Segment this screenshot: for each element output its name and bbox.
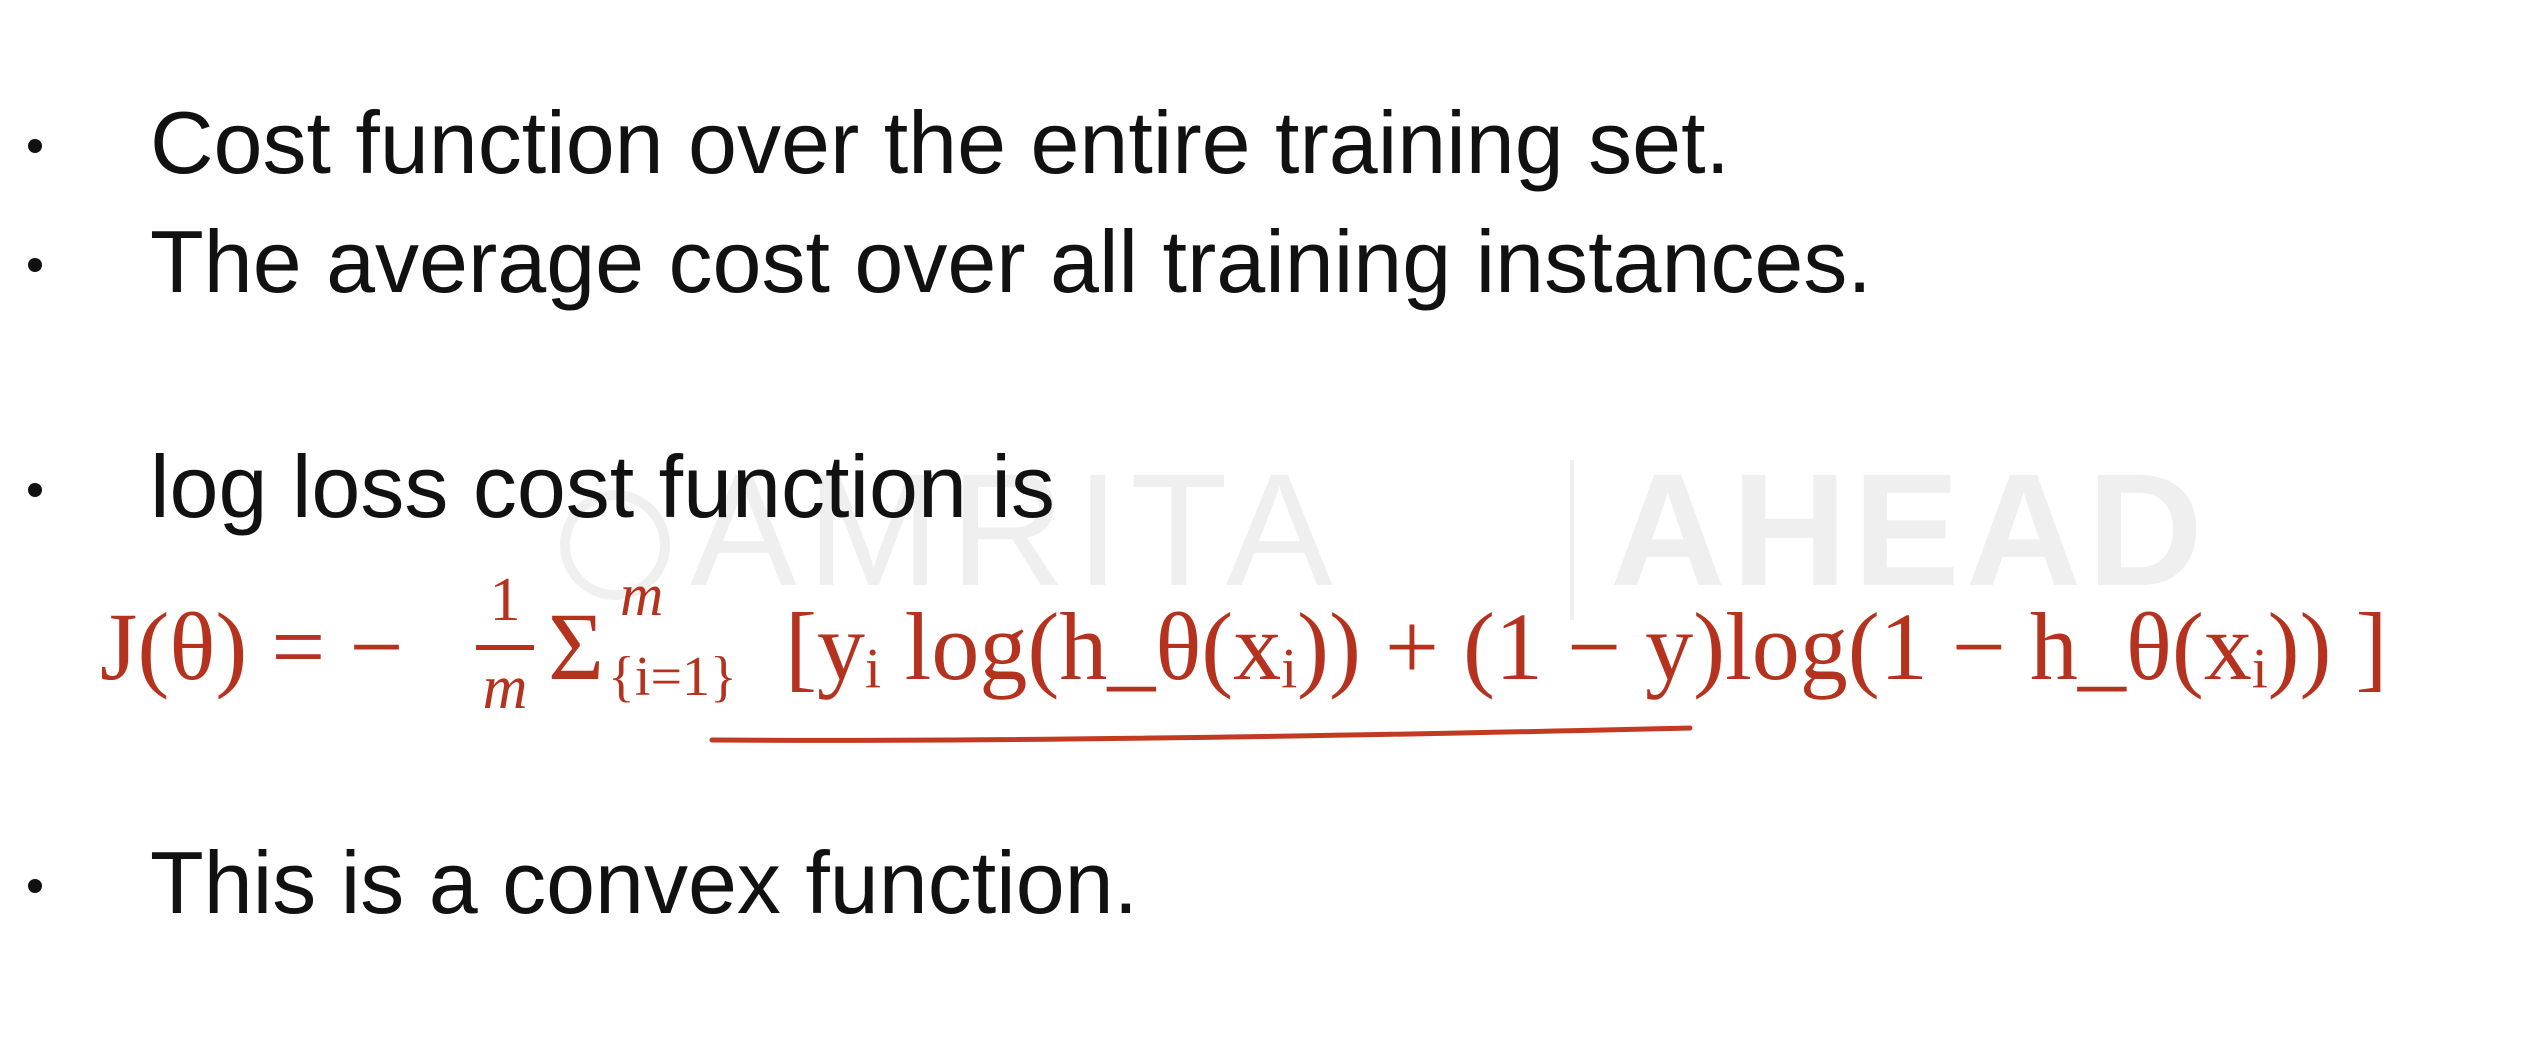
- formula-fraction: 1 m: [470, 565, 540, 745]
- fraction-denominator: m: [482, 654, 528, 722]
- formula-lhs: J(θ) = −: [100, 593, 404, 700]
- bullet-text: Cost function over the entire training s…: [150, 93, 1730, 192]
- formula-rhs: [yᵢ log(h_θ(xᵢ)) + (1 − y)log(1 − h_θ(xᵢ…: [785, 593, 2388, 700]
- bullet-dot-icon: [28, 139, 42, 153]
- bullet-dot-icon: [28, 879, 42, 893]
- summation-lower-limit: {i=1}: [608, 646, 737, 708]
- bullet-text: The average cost over all training insta…: [150, 212, 1872, 311]
- bullet-item: Cost function over the entire training s…: [0, 88, 2548, 198]
- bullet-dot-icon: [28, 483, 42, 497]
- fraction-numerator: 1: [489, 566, 521, 634]
- bullet-item: log loss cost function is: [0, 432, 2548, 542]
- slide: AMRITA AHEAD Cost function over the enti…: [0, 0, 2548, 1048]
- bullet-item: This is a convex function.: [0, 828, 2548, 938]
- summation-upper-limit: m: [620, 562, 664, 628]
- fraction-bar: [476, 645, 534, 650]
- bullet-item: The average cost over all training insta…: [0, 207, 2548, 317]
- bullet-text: log loss cost function is: [150, 437, 1055, 536]
- log-loss-formula: J(θ) = − 1 m Σ m {i=1} [yᵢ log(h_θ(xᵢ)) …: [100, 565, 2520, 745]
- summation-sign: Σ: [548, 593, 604, 700]
- bullet-text: This is a convex function.: [150, 833, 1139, 932]
- bullet-dot-icon: [28, 258, 42, 272]
